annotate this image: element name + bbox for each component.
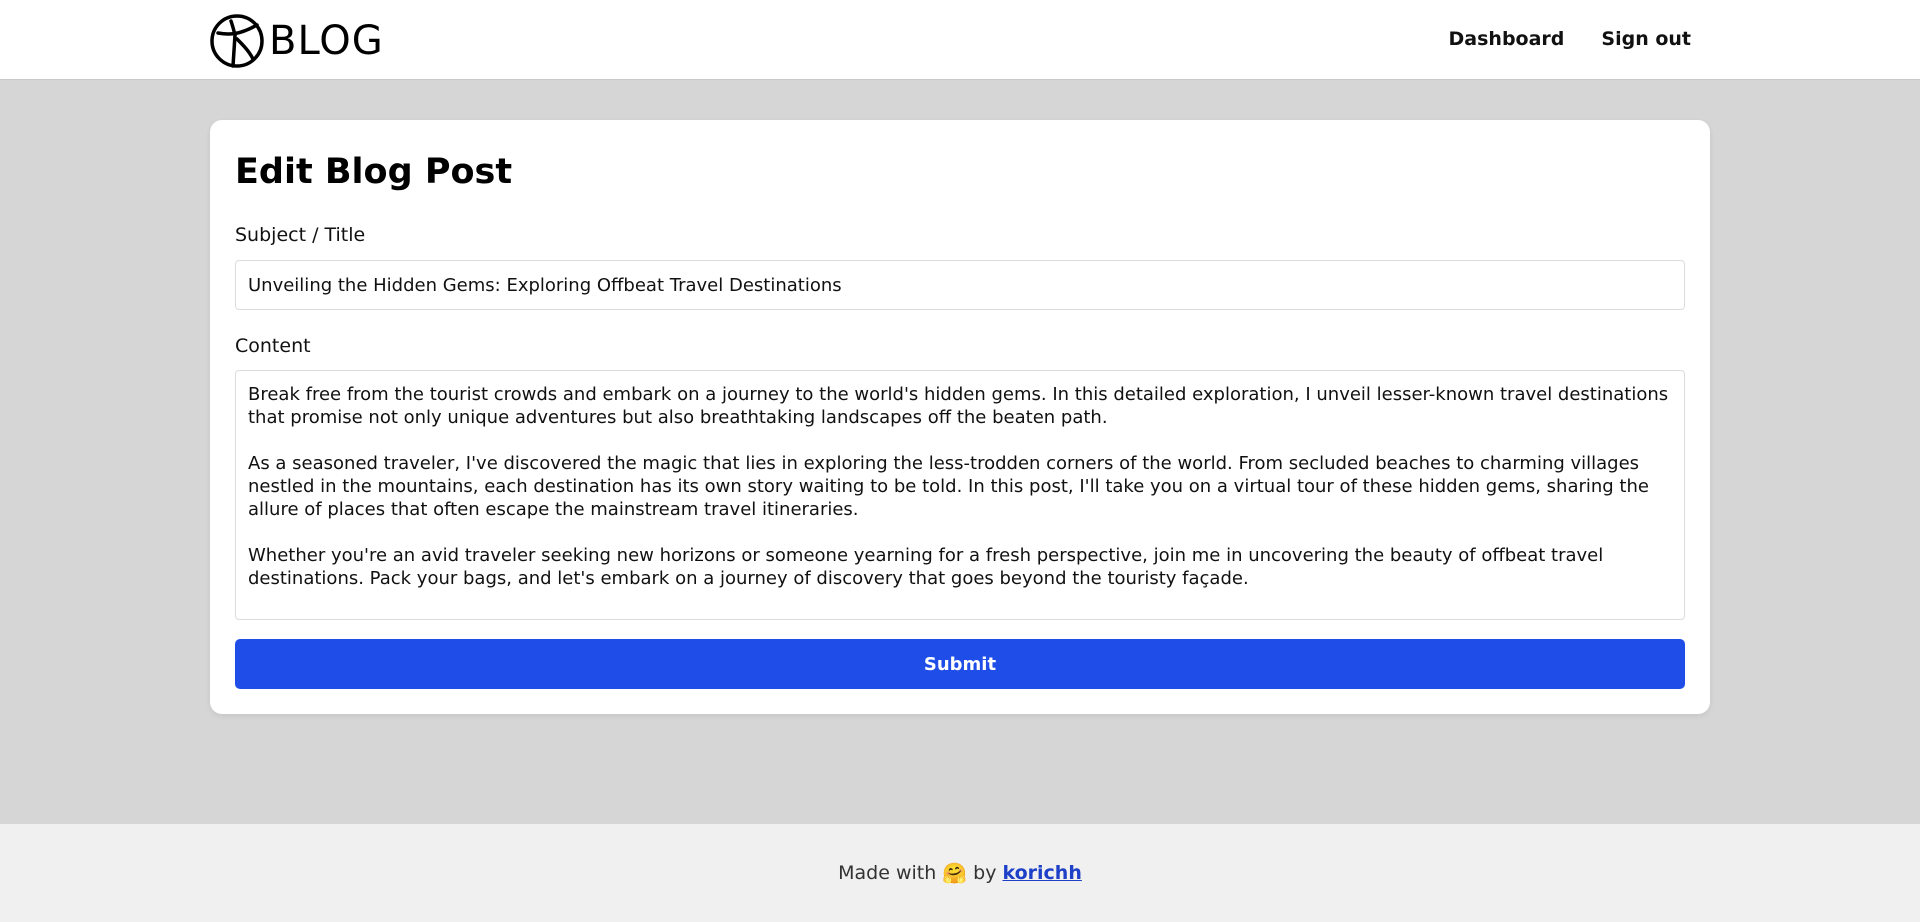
content-label: Content (235, 335, 311, 357)
header-nav: Dashboard Sign out (1449, 26, 1691, 52)
content-textarea[interactable]: Break free from the tourist crowds and e… (235, 370, 1685, 620)
blog-logo[interactable]: BLOG (209, 12, 384, 70)
logo-icon (210, 14, 264, 68)
nav-link-sign-out[interactable]: Sign out (1601, 26, 1691, 52)
title-label: Subject / Title (235, 224, 366, 246)
page-title: Edit Blog Post (235, 152, 513, 192)
nav-link-dashboard[interactable]: Dashboard (1449, 26, 1565, 52)
top-navbar: BLOG Dashboard Sign out (0, 0, 1920, 80)
footer-made-with: Made with (838, 862, 937, 884)
logo-text: BLOG (269, 18, 384, 64)
title-input[interactable] (235, 260, 1685, 310)
edit-post-card: Edit Blog Post Subject / Title Content B… (210, 120, 1710, 714)
footer-by: by (973, 862, 997, 884)
footer: Made with 🤗 by korichh (0, 824, 1920, 922)
author-link[interactable]: korichh (1002, 862, 1081, 884)
submit-button[interactable]: Submit (235, 639, 1685, 689)
hugging-face-icon: 🤗 (942, 861, 968, 885)
